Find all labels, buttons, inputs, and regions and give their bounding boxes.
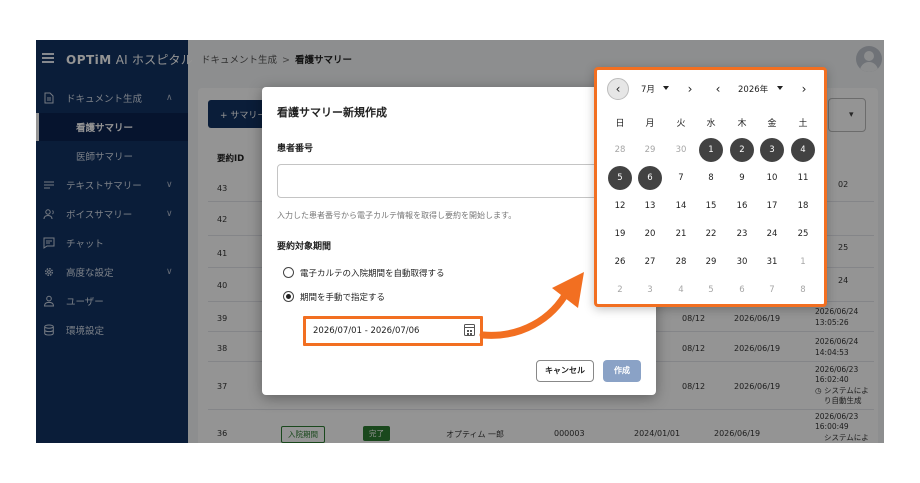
create-button[interactable]: 作成 <box>603 360 641 382</box>
weekday-label: 火 <box>676 119 686 129</box>
calendar-day[interactable]: 23 <box>730 222 754 246</box>
radio-auto-period[interactable] <box>283 267 294 278</box>
calendar-day[interactable]: 21 <box>669 222 693 246</box>
weekday-label: 日 <box>615 119 625 129</box>
calendar-icon[interactable] <box>464 324 475 336</box>
calendar-day[interactable]: 31 <box>760 250 784 274</box>
calendar-day[interactable]: 18 <box>791 194 815 218</box>
calendar-day[interactable]: 24 <box>760 222 784 246</box>
calendar-day[interactable]: 11 <box>791 166 815 190</box>
weekday-label: 水 <box>706 119 716 129</box>
calendar-day[interactable]: 28 <box>669 250 693 274</box>
calendar-day-outside-month[interactable]: 30 <box>669 138 693 162</box>
calendar-day[interactable]: 10 <box>760 166 784 190</box>
year-dropdown-icon[interactable] <box>777 86 783 90</box>
calendar-day[interactable]: 9 <box>730 166 754 190</box>
calendar-day-outside-month[interactable]: 28 <box>608 138 632 162</box>
calendar-day[interactable]: 19 <box>608 222 632 246</box>
calendar-day-outside-month[interactable]: 1 <box>791 250 815 274</box>
calendar-day-outside-month[interactable]: 5 <box>699 278 723 302</box>
calendar-day[interactable]: 13 <box>638 194 662 218</box>
calendar-day[interactable]: 22 <box>699 222 723 246</box>
calendar-day-selected[interactable]: 2 <box>730 138 754 162</box>
chevron-left-icon[interactable]: ‹ <box>707 78 729 100</box>
calendar-day[interactable]: 8 <box>699 166 723 190</box>
calendar-day-outside-month[interactable]: 4 <box>669 278 693 302</box>
calendar-day[interactable]: 15 <box>699 194 723 218</box>
calendar-day[interactable]: 29 <box>699 250 723 274</box>
patient-number-label: 患者番号 <box>277 144 314 154</box>
calendar-day[interactable]: 12 <box>608 194 632 218</box>
screenshot-canvas: OPTiM AI ホスピタル ドキュメント生成 ∧ 看護サマリー 医師サマリー テ… <box>0 0 920 483</box>
chevron-right-icon[interactable]: › <box>679 78 701 100</box>
year-select[interactable]: 2026年 <box>738 83 768 95</box>
weekday-label: 月 <box>645 119 655 129</box>
summary-period-label: 要約対象期間 <box>277 242 332 252</box>
dialog-title: 看護サマリー新規作成 <box>277 106 387 119</box>
radio-manual-period[interactable] <box>283 291 294 302</box>
calendar-day[interactable]: 16 <box>730 194 754 218</box>
calendar-day-selected[interactable]: 5 <box>608 166 632 190</box>
calendar-day[interactable]: 20 <box>638 222 662 246</box>
calendar-day-outside-month[interactable]: 3 <box>638 278 662 302</box>
annotation-arrow-icon <box>479 272 584 339</box>
calendar-day[interactable]: 14 <box>669 194 693 218</box>
calendar-day-outside-month[interactable]: 2 <box>608 278 632 302</box>
radio-auto-period-label[interactable]: 電子カルテの入院期間を自動取得する <box>300 267 445 279</box>
radio-manual-period-label[interactable]: 期間を手動で指定する <box>300 291 385 303</box>
weekday-label: 金 <box>767 119 777 129</box>
date-picker-popup: ‹ 7月 › ‹ 2026年 › 日月火水木金土 28 29 30 1 2 3 4 5 6 7 8 9… <box>594 67 827 307</box>
calendar-day[interactable]: 26 <box>608 250 632 274</box>
date-range-field[interactable]: 2026/07/01 - 2026/07/06 <box>303 316 483 346</box>
calendar-day[interactable]: 30 <box>730 250 754 274</box>
month-select[interactable]: 7月 <box>641 83 655 95</box>
calendar-day-outside-month[interactable]: 29 <box>638 138 662 162</box>
calendar-day-outside-month[interactable]: 8 <box>791 278 815 302</box>
calendar-day-selected[interactable]: 3 <box>760 138 784 162</box>
date-range-value: 2026/07/01 - 2026/07/06 <box>313 326 420 336</box>
cancel-button[interactable]: キャンセル <box>536 360 594 382</box>
patient-number-hint: 入力した患者番号から電子カルテ情報を取得し要約を開始します。 <box>277 211 517 220</box>
weekday-label: 木 <box>737 119 747 129</box>
patient-number-input[interactable] <box>277 164 647 198</box>
calendar-day[interactable]: 7 <box>669 166 693 190</box>
calendar-day[interactable]: 17 <box>760 194 784 218</box>
weekday-label: 土 <box>798 119 808 129</box>
chevron-left-icon[interactable]: ‹ <box>607 78 629 100</box>
calendar-day[interactable]: 27 <box>638 250 662 274</box>
chevron-right-icon[interactable]: › <box>793 78 815 100</box>
calendar-day-selected[interactable]: 4 <box>791 138 815 162</box>
calendar-day-outside-month[interactable]: 6 <box>730 278 754 302</box>
calendar-day[interactable]: 25 <box>791 222 815 246</box>
calendar-day-selected[interactable]: 1 <box>699 138 723 162</box>
date-picker-header: ‹ 7月 › ‹ 2026年 › <box>597 76 824 102</box>
calendar-day-outside-month[interactable]: 7 <box>760 278 784 302</box>
calendar-day-selected[interactable]: 6 <box>638 166 662 190</box>
month-dropdown-icon[interactable] <box>663 86 669 90</box>
